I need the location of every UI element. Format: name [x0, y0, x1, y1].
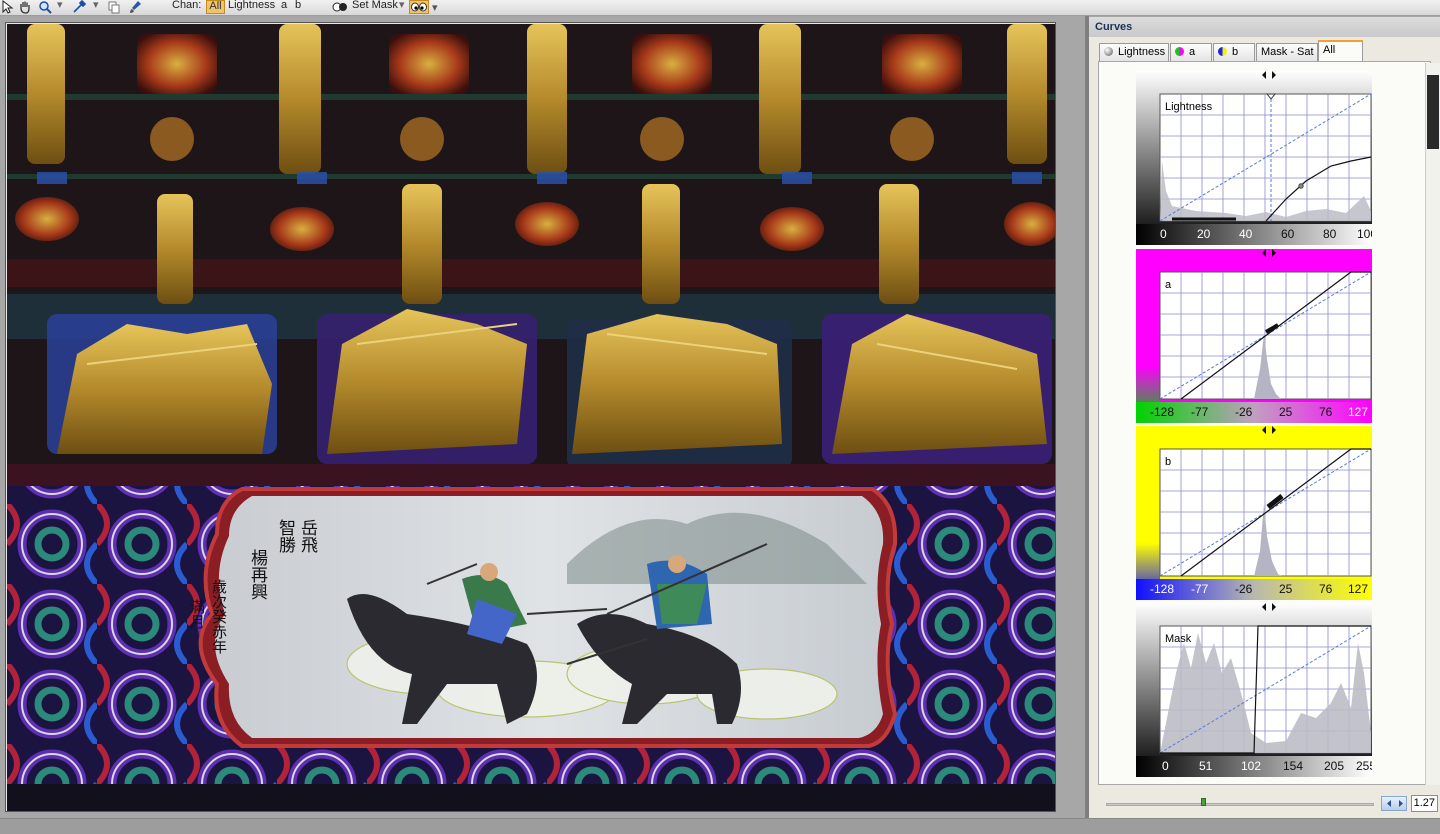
inscription-column: 岳飛	[297, 519, 318, 553]
overlay-dropdown-icon[interactable]: ▾	[432, 3, 438, 14]
tick-label: -77	[1191, 405, 1209, 419]
zoom-icon[interactable]	[38, 0, 52, 14]
lightness-dot-icon	[1104, 47, 1113, 56]
left-right-arrows-icon	[1387, 800, 1403, 807]
tick-label: 255	[1356, 759, 1372, 773]
zoom-row: 1.27	[1098, 795, 1438, 813]
scrollbar-thumb[interactable]	[1427, 75, 1439, 149]
tab-lightness[interactable]: Lightness	[1099, 43, 1169, 61]
b-curve[interactable]: b -128 -77 -26 25 76 127	[1136, 426, 1372, 600]
copy-icon[interactable]	[107, 0, 121, 14]
mask-curve[interactable]: Mask 0 51 102 154 205 255	[1136, 603, 1372, 777]
tick-label: 20	[1197, 227, 1211, 241]
tick-label: -26	[1235, 582, 1253, 596]
inscription-column: 歲次癸赤年	[210, 579, 228, 654]
channel-lightness-button[interactable]: Lightness	[228, 0, 275, 11]
lightness-curve[interactable]: Lightness 0 20 40 60 80 100	[1136, 71, 1372, 245]
set-mask-button[interactable]: Set Mask	[352, 0, 398, 11]
tick-label: 205	[1324, 759, 1344, 773]
tick-label: 76	[1319, 582, 1333, 596]
curve-label: Lightness	[1165, 101, 1213, 113]
inscription-column: 智勝	[275, 519, 296, 554]
tick-label: 80	[1323, 227, 1337, 241]
tab-label: Lightness	[1118, 46, 1166, 58]
curves-panel: Curves Lightness a b Mask - Sat All Ligh…	[1089, 17, 1440, 818]
tab-mask-sat[interactable]: Mask - Sat	[1256, 43, 1318, 61]
tab-b[interactable]: b	[1213, 43, 1255, 61]
status-bar	[0, 818, 1440, 834]
tick-label: 25	[1279, 582, 1293, 596]
hand-icon[interactable]	[18, 0, 32, 14]
set-mask-icon[interactable]	[332, 0, 348, 14]
inscription-column: 楊再興	[247, 549, 268, 600]
zoom-dropdown-icon[interactable]: ▾	[57, 0, 63, 11]
brush-icon[interactable]	[128, 0, 142, 14]
eyedropper-icon[interactable]	[72, 0, 86, 14]
tick-label: 0	[1162, 759, 1169, 773]
tick-label: -128	[1150, 582, 1174, 596]
tick-label: 154	[1283, 759, 1303, 773]
tick-label: 127	[1348, 405, 1368, 419]
tick-label: 127	[1348, 582, 1368, 596]
b-dot-icon	[1218, 47, 1227, 56]
eyedropper-dropdown-icon[interactable]: ▾	[93, 0, 99, 11]
tab-all[interactable]: All	[1318, 40, 1363, 61]
tab-a[interactable]: a	[1170, 43, 1212, 61]
a-curve[interactable]: a -128 -77 -26 25 76 127	[1136, 249, 1372, 423]
channel-a-button[interactable]: a	[281, 0, 287, 11]
tick-label: 100	[1357, 227, 1372, 241]
tick-label: 40	[1239, 227, 1253, 241]
channel-all-button[interactable]: All	[206, 0, 225, 14]
curves-container: Lightness 0 20 40 60 80 100	[1098, 61, 1431, 785]
tick-label: 60	[1281, 227, 1295, 241]
zoom-value-field[interactable]: 1.27	[1411, 795, 1438, 812]
tick-label: 51	[1199, 759, 1213, 773]
chan-label: Chan:	[172, 0, 202, 11]
zoom-slider-thumb[interactable]	[1201, 798, 1206, 806]
tick-label: 0	[1160, 227, 1167, 241]
arrow-icon[interactable]	[0, 0, 14, 14]
image-canvas[interactable]: 岳飛 智勝 楊再興 歲次癸赤年 滿月	[5, 22, 1056, 812]
tick-label: 76	[1319, 405, 1333, 419]
tab-label: Mask - Sat	[1261, 46, 1314, 58]
tick-label: -128	[1150, 405, 1174, 419]
eyes-icon	[411, 2, 427, 12]
temple-photo: 岳飛 智勝 楊再興 歲次癸赤年 滿月	[7, 24, 1056, 812]
panel-scrollbar[interactable]	[1425, 63, 1440, 785]
set-mask-dropdown-icon[interactable]: ▾	[399, 0, 405, 11]
tab-label: a	[1189, 46, 1196, 58]
tick-label: -26	[1235, 405, 1253, 419]
overlay-toggle-button[interactable]	[409, 0, 429, 14]
curve-label: a	[1165, 279, 1172, 291]
curve-label: b	[1165, 456, 1171, 468]
tick-label: 102	[1241, 759, 1261, 773]
tick-label: -77	[1191, 582, 1209, 596]
zoom-stepper[interactable]	[1381, 796, 1407, 811]
curve-label: Mask	[1165, 633, 1192, 645]
channel-b-button[interactable]: b	[295, 0, 301, 11]
tab-label: All	[1323, 44, 1336, 56]
tick-label: 25	[1279, 405, 1293, 419]
zoom-slider[interactable]	[1106, 803, 1374, 806]
toolbar: ▾ ▾ Chan: All Lightness a b Set Mask ▾ ▾	[0, 0, 1440, 16]
inscription-column: 滿月	[188, 599, 206, 630]
panel-title: Curves	[1089, 17, 1440, 37]
tab-label: b	[1232, 46, 1239, 58]
a-dot-icon	[1175, 47, 1184, 56]
